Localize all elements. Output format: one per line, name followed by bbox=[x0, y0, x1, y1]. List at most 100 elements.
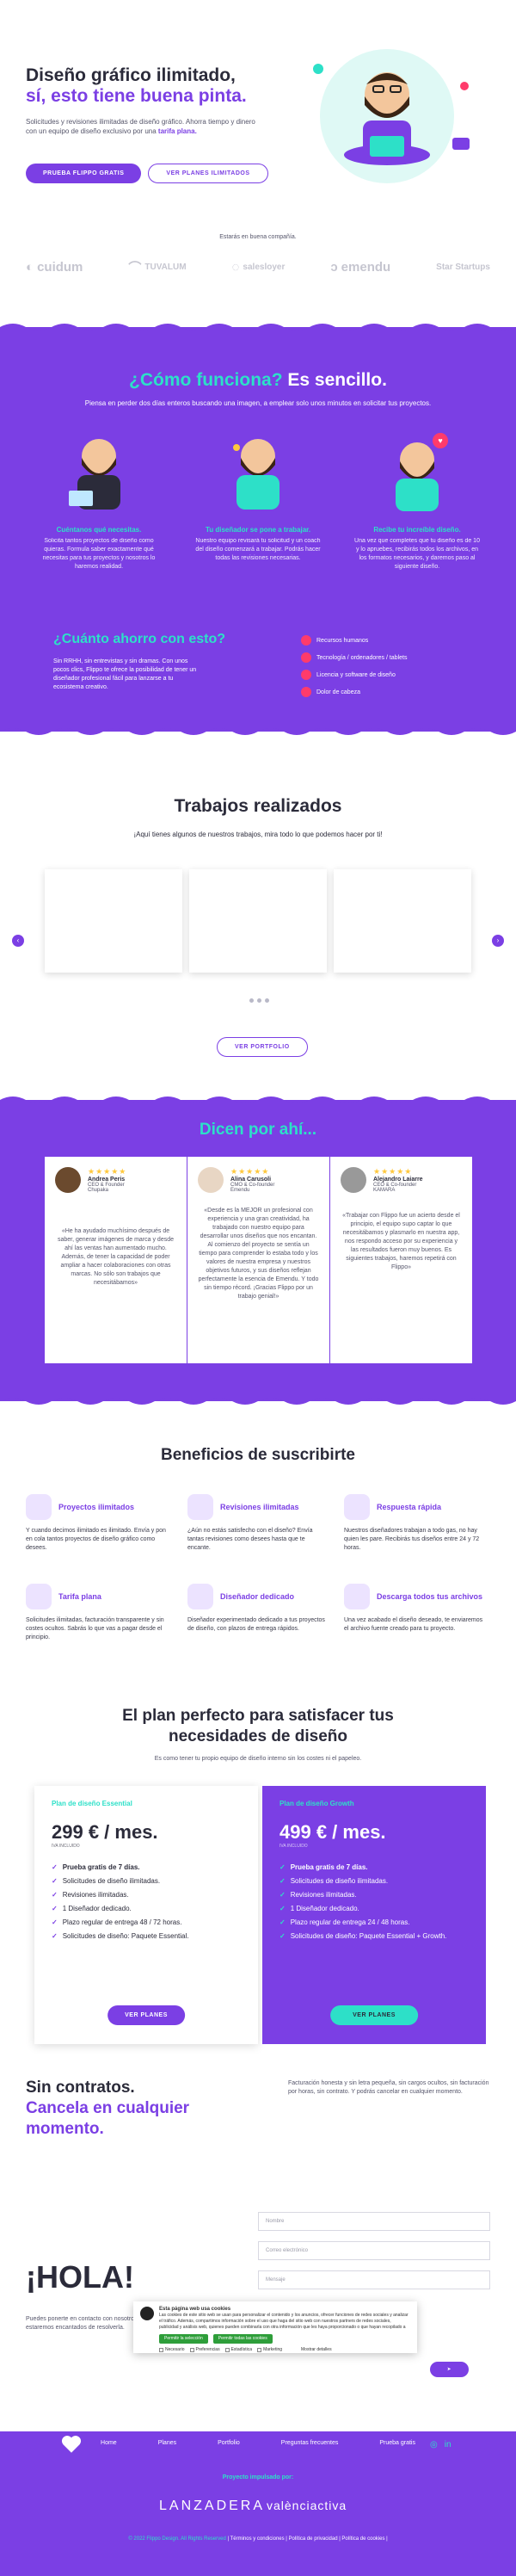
name-field[interactable]: Nombre bbox=[258, 2212, 490, 2231]
plan-features: ✓ Prueba gratis de 7 días. ✓ Solicitudes d… bbox=[280, 1861, 469, 1943]
footer-link-portfolio[interactable]: Portfolio bbox=[218, 2440, 240, 2446]
free-trial-button[interactable]: PRUEBA FLIPPO GRATIS bbox=[26, 164, 142, 183]
benefit-title: Diseñador dedicado bbox=[220, 1592, 295, 1601]
plan-feature-label: Revisiones ilimitadas. bbox=[62, 1891, 129, 1899]
testimonial-quote: «Desde es la MEJOR un profesional con ex… bbox=[198, 1208, 319, 1300]
logo-salesloyer: ◌ salesloyer bbox=[232, 260, 286, 275]
hero-subtitle: Solicitudes y revisiones ilimitadas de d… bbox=[26, 117, 258, 136]
valenciactiva-logo[interactable]: valènciactiva bbox=[267, 2499, 347, 2512]
carousel-dot[interactable] bbox=[265, 998, 269, 1003]
check-icon: ✓ bbox=[280, 1877, 286, 1885]
footer-link-plans[interactable]: Planes bbox=[158, 2440, 176, 2446]
projects-icon bbox=[26, 1494, 52, 1520]
no-contracts-line1: Sin contratos. bbox=[26, 2079, 135, 2097]
next-arrow-icon[interactable]: › bbox=[492, 935, 504, 947]
benefit-title: Tarifa plana bbox=[58, 1592, 101, 1601]
testimonial-card: ★★★★★ Alina Carusoli CMO & Co-founder Emend… bbox=[187, 1157, 329, 1363]
growth-plans-button[interactable]: VER PLANES bbox=[330, 2005, 418, 2025]
benefit-text: Y cuando decimos ilimitado es ilimitado.… bbox=[26, 1528, 166, 1551]
cookie-option[interactable]: Marketing bbox=[257, 2347, 282, 2353]
carousel-dot[interactable] bbox=[249, 998, 254, 1003]
designer-heart-figure: ♥ bbox=[396, 433, 448, 511]
work-card[interactable] bbox=[189, 869, 327, 973]
send-button[interactable]: ➤ bbox=[430, 2362, 469, 2377]
cookie-banner: Esta página web usa cookies Las cookies … bbox=[133, 2301, 417, 2353]
save-item: Dolor de cabeza bbox=[301, 683, 473, 701]
footer-link-home[interactable]: Home bbox=[101, 2440, 117, 2446]
salesloyer-icon: ◌ bbox=[231, 260, 240, 275]
benefit-item: Diseñador dedicado Diseñador experimentad… bbox=[187, 1584, 329, 1634]
cookie-option[interactable]: Estadística bbox=[224, 2347, 252, 2353]
benefit-item: Descarga todos tus archivos Una vez acaba… bbox=[344, 1584, 486, 1634]
rating-stars: ★★★★★ bbox=[230, 1167, 270, 1176]
how-title-answer: Es sencillo. bbox=[287, 370, 387, 390]
step-3-text: Una vez que completes que tu diseño es d… bbox=[354, 538, 480, 570]
cookie-details-link[interactable]: Mostrar detalles bbox=[301, 2347, 332, 2353]
works-title: Trabajos realizados bbox=[174, 796, 342, 816]
plan-feature: ✓ Solicitudes de diseño ilimitadas. bbox=[52, 1875, 241, 1888]
check-icon: ✓ bbox=[52, 1905, 58, 1912]
lanzadera-logo[interactable]: LANZADERA bbox=[159, 2499, 265, 2514]
message-field[interactable]: Mensaje bbox=[258, 2270, 490, 2289]
footer-link-free-trial[interactable]: Prueba gratis bbox=[379, 2440, 415, 2446]
essential-plans-button[interactable]: VER PLANES bbox=[108, 2005, 185, 2025]
cookiebot-icon bbox=[140, 2307, 154, 2320]
carousel-dot[interactable] bbox=[257, 998, 261, 1003]
cookie-accept-all-button[interactable]: Permitir todas las cookies bbox=[212, 2334, 273, 2344]
plan-lead: Es como tener tu propio equipo de diseño… bbox=[154, 1756, 362, 1762]
linkedin-icon[interactable]: in bbox=[445, 2440, 452, 2449]
testimonial-card: ★★★★★ Andrea Peris CEO & Founder Chupaka «H… bbox=[45, 1157, 187, 1363]
wave-bottom bbox=[0, 1394, 516, 1405]
logo-tuvalum-text: TUVALUM bbox=[144, 263, 187, 272]
plan-feature: ✓ Plazo regular de entrega 48 / 72 horas. bbox=[52, 1916, 241, 1930]
remove-icon bbox=[301, 670, 311, 680]
testimonial-company: Chupaka bbox=[88, 1188, 109, 1193]
no-contracts-text: Facturación honesta y sin letra pequeña,… bbox=[288, 2080, 489, 2095]
check-icon: ✓ bbox=[280, 1905, 286, 1912]
check-icon: ✓ bbox=[280, 1932, 286, 1940]
checkbox-icon bbox=[189, 2348, 194, 2352]
cookie-option[interactable]: Preferencias bbox=[189, 2347, 220, 2353]
benefit-head: Proyectos ilimitados bbox=[26, 1494, 168, 1520]
save-item: Recursos humanos bbox=[301, 632, 473, 649]
checkbox-icon bbox=[257, 2348, 262, 2352]
work-card[interactable] bbox=[45, 869, 182, 973]
plan-feature: ✓ Solicitudes de diseño: Paquete Essentia… bbox=[52, 1930, 241, 1943]
benefit-title: Revisiones ilimitadas bbox=[220, 1503, 299, 1511]
avatar bbox=[55, 1167, 81, 1193]
benefit-head: Diseñador dedicado bbox=[187, 1584, 329, 1609]
benefit-title: Proyectos ilimitados bbox=[58, 1503, 135, 1511]
view-plans-button[interactable]: VER PLANES ILIMITADOS bbox=[148, 164, 268, 183]
check-icon: ✓ bbox=[280, 1891, 286, 1899]
plan-title: El plan perfecto para satisfacer tus nece… bbox=[0, 1706, 516, 1747]
logo-cuidum-text: cuidum bbox=[37, 260, 83, 275]
save-title: ¿Cuánto ahorro con esto? bbox=[53, 632, 225, 646]
cookie-option[interactable]: Necesario bbox=[159, 2347, 185, 2353]
check-icon: ✓ bbox=[280, 1863, 286, 1871]
plan-feature-label: Prueba gratis de 7 días. bbox=[290, 1863, 368, 1871]
cookie-accept-selection-button[interactable]: Permitir la selección bbox=[159, 2334, 208, 2344]
benefit-text: Solicitudes ilimitadas, facturación tran… bbox=[26, 1617, 164, 1640]
testimonial-name: Alejandro Laiarre bbox=[373, 1177, 423, 1183]
flat-rate-icon bbox=[26, 1584, 52, 1609]
legal-links[interactable]: | Términos y condiciones | Política de p… bbox=[227, 2536, 387, 2542]
save-item-label: Tecnología / ordenadores / tablets bbox=[316, 654, 408, 661]
plan-feature: ✓ Revisiones ilimitadas. bbox=[52, 1888, 241, 1902]
wave-bottom bbox=[0, 725, 516, 735]
rating-stars: ★★★★★ bbox=[88, 1167, 127, 1176]
footer-link-faq[interactable]: Preguntas frecuentes bbox=[281, 2440, 339, 2446]
wave-top bbox=[0, 1096, 516, 1107]
portfolio-button[interactable]: VER PORTFOLIO bbox=[217, 1037, 308, 1057]
email-field[interactable]: Correo electrónico bbox=[258, 2241, 490, 2260]
prev-arrow-icon[interactable]: ‹ bbox=[12, 935, 24, 947]
check-icon: ✓ bbox=[52, 1932, 58, 1940]
logo-star-startups: Star Startups bbox=[436, 263, 490, 272]
testimonial-card: ★★★★★ Alejandro Laiarre CEO & Co-founder KA… bbox=[330, 1157, 472, 1363]
logo-emendu: ↄ emendu bbox=[330, 260, 390, 275]
instagram-icon[interactable]: ◎ bbox=[430, 2440, 438, 2449]
check-icon: ✓ bbox=[52, 1863, 58, 1871]
copyright-text: © 2022 Flippo Design. All Rights Reserve… bbox=[128, 2536, 226, 2542]
hero-section: Diseño gráfico ilimitado, sí, esto tiene… bbox=[0, 0, 516, 240]
save-list: Recursos humanos Tecnología / ordenadore… bbox=[301, 632, 473, 701]
work-card[interactable] bbox=[334, 869, 471, 973]
